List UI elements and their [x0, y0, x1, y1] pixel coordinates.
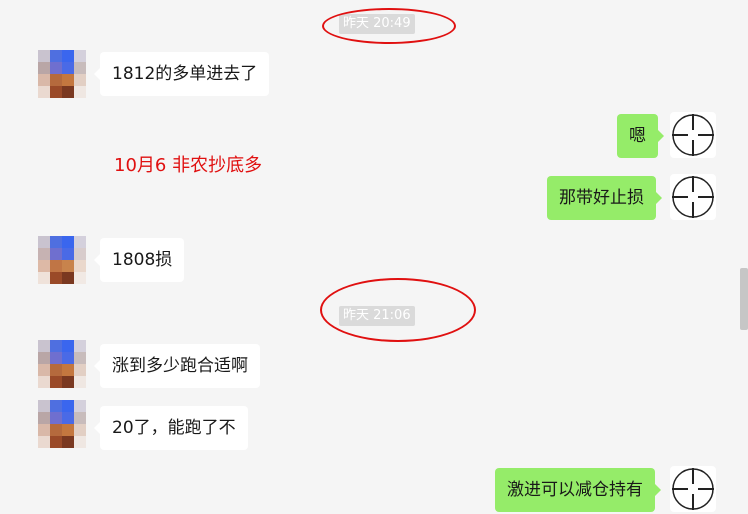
- chat-window: 昨天 20:49 1812的多单进去了 嗯 10月6 非农抄底多 那带好止损 1…: [0, 0, 748, 514]
- scrollbar[interactable]: [740, 268, 748, 330]
- message-bubble-incoming[interactable]: 1812的多单进去了: [93, 52, 270, 96]
- message-bubble-incoming[interactable]: 1808损: [93, 238, 185, 282]
- avatar[interactable]: [38, 50, 86, 98]
- annotation-text: 10月6 非农抄底多: [114, 155, 263, 176]
- crosshair-icon[interactable]: [670, 466, 716, 512]
- crosshair-icon[interactable]: [670, 174, 716, 220]
- avatar[interactable]: [38, 236, 86, 284]
- message-bubble-outgoing[interactable]: 嗯: [617, 114, 664, 158]
- avatar[interactable]: [38, 400, 86, 448]
- red-circle-annotation: [322, 8, 456, 44]
- avatar[interactable]: [38, 340, 86, 388]
- crosshair-icon[interactable]: [670, 112, 716, 158]
- message-bubble-outgoing[interactable]: 激进可以减仓持有: [495, 468, 661, 512]
- message-bubble-incoming[interactable]: 20了，能跑了不: [94, 406, 248, 450]
- red-circle-annotation: [320, 278, 476, 342]
- message-bubble-incoming[interactable]: 涨到多少跑合适啊: [94, 344, 260, 388]
- message-bubble-outgoing[interactable]: 那带好止损: [547, 176, 662, 220]
